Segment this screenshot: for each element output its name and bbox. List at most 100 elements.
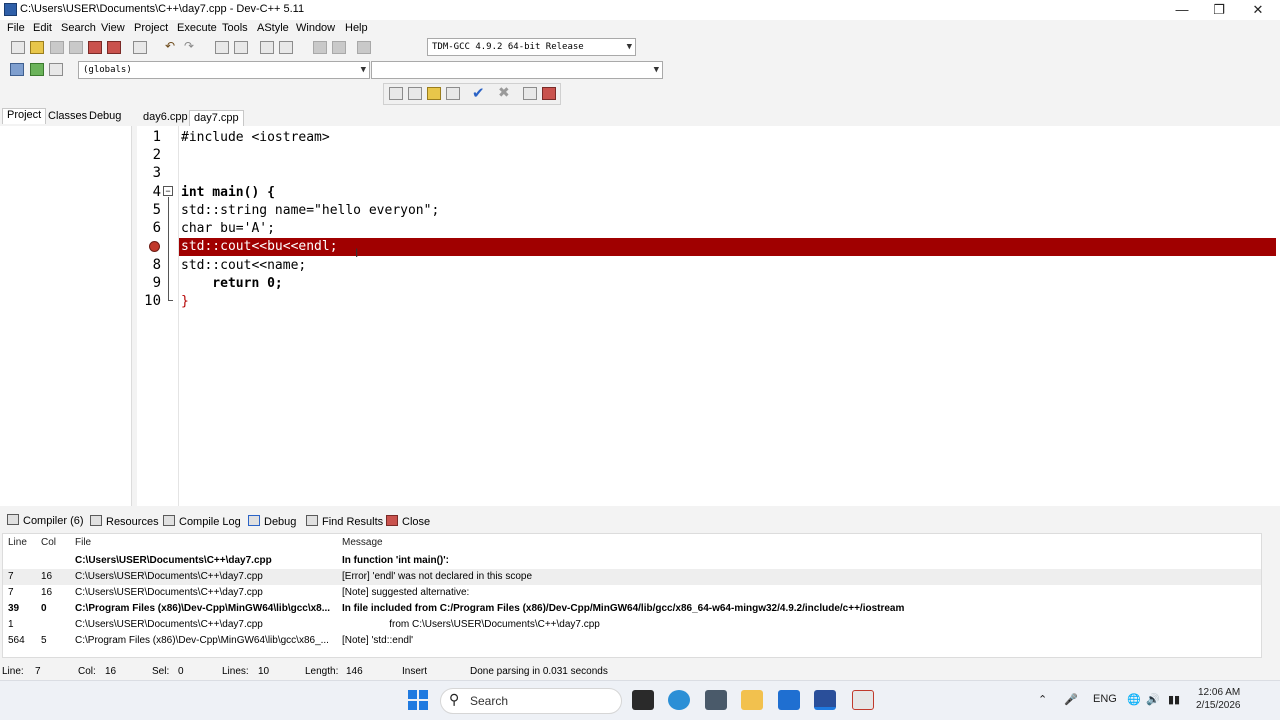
edge-browser-icon[interactable] (668, 690, 690, 710)
close-window-button[interactable]: ✕ (1240, 0, 1276, 20)
menu-execute[interactable]: Execute (177, 22, 217, 34)
row-col: 5 (41, 635, 47, 646)
table-row[interactable]: 564 5 C:\Program Files (x86)\Dev-Cpp\Min… (3, 633, 1261, 649)
menu-edit[interactable]: Edit (33, 22, 52, 34)
stop-execution-icon[interactable]: ✖ (498, 84, 510, 101)
column-header-col[interactable]: Col (41, 537, 56, 548)
table-row[interactable]: C:\Users\USER\Documents\C++\day7.cpp In … (3, 553, 1261, 569)
status-bar (0, 664, 1280, 680)
column-header-line[interactable]: Line (8, 537, 27, 548)
tab-compiler[interactable]: Compiler (6) (7, 514, 84, 527)
print-icon[interactable] (133, 41, 147, 54)
tab-debug-output[interactable]: Debug (248, 515, 296, 528)
tab-find-results[interactable]: Find Results (306, 515, 383, 528)
rebuild-icon[interactable] (446, 87, 460, 100)
tab-project[interactable]: Project (2, 108, 47, 124)
minimize-button[interactable]: — (1164, 0, 1200, 20)
compile-run-icon[interactable] (427, 87, 441, 100)
replace-icon[interactable] (234, 41, 248, 54)
editor-tab-day7[interactable]: day7.cpp (189, 110, 244, 126)
project-options-icon[interactable] (49, 63, 63, 76)
compile-icon[interactable] (389, 87, 403, 100)
chevron-up-icon[interactable]: ⌃ (1038, 693, 1047, 706)
battery-icon[interactable]: ▮▮ (1168, 693, 1180, 706)
menu-help[interactable]: Help (345, 22, 368, 34)
open-project-icon[interactable] (30, 63, 44, 76)
project-browser[interactable] (0, 126, 132, 506)
table-row[interactable]: 1 C:\Users\USER\Documents\C++\day7.cpp f… (3, 617, 1261, 633)
save-all-icon[interactable] (69, 41, 83, 54)
status-sel-label: Sel: (152, 666, 170, 677)
column-header-message[interactable]: Message (342, 537, 383, 548)
line-number: 10 (144, 293, 161, 309)
tab-compile-log[interactable]: Compile Log (163, 515, 241, 528)
undo-icon[interactable]: ↶ (165, 39, 175, 53)
clock-time[interactable]: 12:06 AM (1198, 687, 1240, 698)
app-taskbar-icon[interactable] (852, 690, 874, 710)
column-header-file[interactable]: File (75, 537, 91, 548)
profile-icon[interactable] (523, 87, 537, 100)
new-project-icon[interactable] (10, 63, 24, 76)
bookmark-icon[interactable] (357, 41, 371, 54)
volume-icon[interactable]: 🔊 (1146, 693, 1160, 706)
menu-astyle[interactable]: AStyle (257, 22, 289, 34)
windows-start-icon[interactable] (408, 690, 428, 710)
table-row[interactable]: 7 16 C:\Users\USER\Documents\C++\day7.cp… (3, 585, 1261, 601)
fold-collapse-icon[interactable]: − (163, 186, 173, 196)
compile-log-icon (163, 515, 175, 526)
status-lines-label: Lines: (222, 666, 249, 677)
menu-project[interactable]: Project (134, 22, 168, 34)
task-view-icon[interactable] (632, 690, 654, 710)
new-file-icon[interactable] (11, 41, 25, 54)
redo-icon[interactable]: ↷ (184, 39, 194, 53)
run-icon[interactable] (408, 87, 422, 100)
taskbar-search-box[interactable] (440, 688, 622, 714)
delete-profile-icon[interactable] (542, 87, 556, 100)
menu-view[interactable]: View (101, 22, 125, 34)
devcpp-taskbar-icon[interactable] (814, 690, 836, 710)
menu-search[interactable]: Search (61, 22, 96, 34)
vscode-icon[interactable] (778, 690, 800, 710)
maximize-button[interactable]: ❐ (1201, 0, 1237, 20)
table-row[interactable]: 7 16 C:\Users\USER\Documents\C++\day7.cp… (3, 569, 1261, 585)
menu-file[interactable]: File (7, 22, 25, 34)
taskbar-search-placeholder: Search (470, 694, 509, 708)
network-icon[interactable]: 🌐 (1127, 693, 1141, 706)
unindent-icon[interactable] (279, 41, 293, 54)
menu-tools[interactable]: Tools (222, 22, 248, 34)
table-row[interactable]: 39 0 C:\Program Files (x86)\Dev-Cpp\MinG… (3, 601, 1261, 617)
goto-forward-icon[interactable] (332, 41, 346, 54)
clock-date[interactable]: 2/15/2026 (1196, 700, 1241, 711)
compiler-select[interactable]: TDM-GCC 4.9.2 64-bit Release ▼ (427, 38, 636, 56)
tab-resources[interactable]: Resources (90, 515, 159, 528)
syntax-check-icon[interactable]: ✔ (472, 84, 485, 102)
open-file-icon[interactable] (30, 41, 44, 54)
tab-debug[interactable]: Debug (85, 110, 125, 122)
code-editor[interactable] (137, 126, 1280, 506)
status-col: 16 (105, 666, 117, 677)
editor-tab-day6[interactable]: day6.cpp (139, 110, 192, 126)
menu-window[interactable]: Window (296, 22, 335, 34)
line-number: 9 (152, 275, 161, 291)
row-col: 0 (41, 603, 47, 614)
code-line-6: char bu='A'; (181, 221, 275, 236)
status-sel: 0 (178, 666, 184, 677)
error-marker-icon[interactable] (149, 241, 160, 252)
microphone-icon[interactable]: 🎤 (1064, 693, 1078, 706)
language-indicator[interactable]: ENG (1093, 693, 1117, 705)
symbol-select[interactable]: ▼ (371, 61, 663, 79)
close-all-icon[interactable] (107, 41, 121, 54)
goto-back-icon[interactable] (313, 41, 327, 54)
status-line: 7 (35, 666, 41, 677)
indent-icon[interactable] (260, 41, 274, 54)
error-highlight-line (179, 238, 1276, 256)
save-icon[interactable] (50, 41, 64, 54)
chevron-down-icon: ▼ (360, 65, 366, 75)
close-file-icon[interactable] (88, 41, 102, 54)
file-explorer-icon[interactable] (741, 690, 763, 710)
scope-select[interactable]: (globals) ▼ (78, 61, 370, 79)
fold-guide (168, 197, 169, 301)
find-icon[interactable] (215, 41, 229, 54)
camera-app-icon[interactable] (705, 690, 727, 710)
close-panel-button[interactable]: Close (386, 515, 430, 528)
